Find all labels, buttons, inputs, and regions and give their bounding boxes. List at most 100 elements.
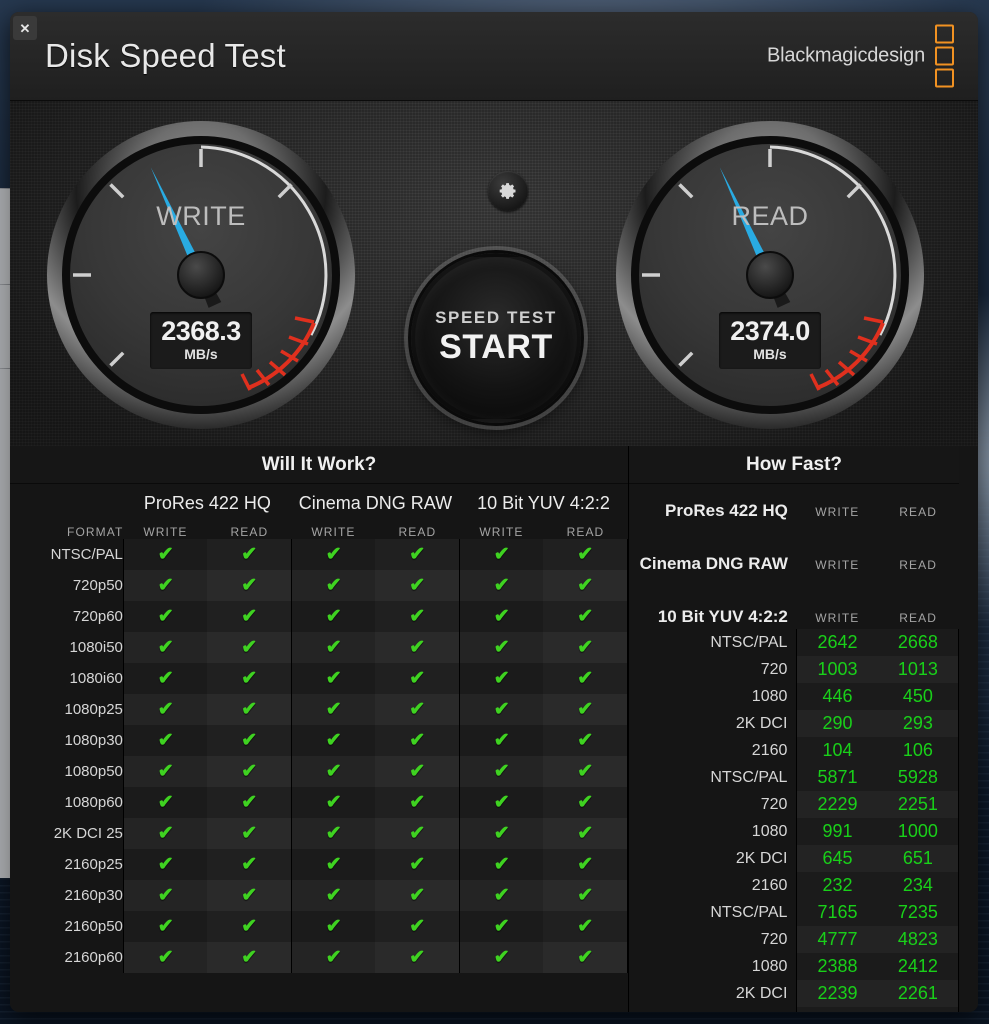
support-check-cell: ✔ [458, 942, 544, 973]
format-label: 2160p30 [64, 887, 123, 904]
format-label: 2K DCI 25 [53, 825, 123, 842]
read-column-header: READ [899, 611, 937, 625]
title-bar[interactable]: Disk Speed Test Blackmagicdesign [10, 12, 978, 101]
support-check-cell: ✔ [543, 601, 629, 632]
check-icon: ✔ [157, 667, 174, 689]
check-icon: ✔ [325, 915, 342, 937]
check-icon: ✔ [577, 543, 594, 565]
support-check-cell: ✔ [375, 570, 460, 601]
resolution-label: 720 [760, 930, 788, 948]
table-row: 720 2229 2251 [629, 791, 959, 818]
check-icon: ✔ [577, 698, 594, 720]
resolution-label: 1080 [751, 822, 788, 840]
check-icon: ✔ [157, 636, 174, 658]
yuv-write-header: WRITE [479, 525, 524, 539]
support-check-cell: ✔ [207, 663, 292, 694]
check-icon: ✔ [409, 698, 426, 720]
write-speed-value: 4777 [796, 926, 878, 953]
support-check-cell: ✔ [543, 849, 629, 880]
will-it-work-header: ProRes 422 HQ Cinema DNG RAW 10 Bit YUV … [10, 484, 628, 539]
write-speed-value: 446 [796, 683, 878, 710]
table-row: 2160p30 ✔ ✔ ✔ ✔ ✔ ✔ [10, 880, 629, 911]
check-icon: ✔ [325, 946, 342, 968]
write-speed-value: 232 [796, 872, 878, 899]
check-icon: ✔ [577, 791, 594, 813]
support-check-cell: ✔ [543, 632, 629, 663]
resolution-label: 1080 [751, 687, 788, 705]
support-check-cell: ✔ [290, 601, 376, 632]
check-icon: ✔ [409, 822, 426, 844]
dng-read-header: READ [398, 525, 437, 539]
read-value: 2374.0 [730, 316, 810, 346]
support-check-cell: ✔ [375, 849, 460, 880]
table-row: NTSC/PAL 5871 5928 [629, 764, 959, 791]
support-check-cell: ✔ [375, 911, 460, 942]
read-unit: MB/s [753, 346, 787, 363]
support-check-cell: ✔ [122, 539, 208, 570]
will-it-work-body: NTSC/PAL ✔ ✔ ✔ ✔ ✔ ✔ 720p50 ✔ ✔ ✔ ✔ ✔ ✔ 720p60 ✔ ✔ ✔ ✔ ✔ ✔ 10… [10, 539, 629, 973]
how-fast-table: ProRes 422 HQ WRITE READ Cinema DNG RAW WRIT… [629, 488, 959, 1012]
will-it-work-panel: Will It Work? ProRes 422 HQ Cinema DNG R… [10, 446, 629, 1012]
check-icon: ✔ [493, 946, 510, 968]
support-check-cell: ✔ [207, 756, 292, 787]
check-icon: ✔ [577, 636, 594, 658]
support-check-cell: ✔ [458, 539, 544, 570]
check-icon: ✔ [493, 698, 510, 720]
table-row: 1080 991 1000 [629, 818, 959, 845]
support-check-cell: ✔ [458, 849, 544, 880]
check-icon: ✔ [241, 636, 258, 658]
check-icon: ✔ [493, 853, 510, 875]
check-icon: ✔ [157, 729, 174, 751]
support-check-cell: ✔ [290, 756, 376, 787]
check-icon: ✔ [325, 698, 342, 720]
check-icon: ✔ [241, 574, 258, 596]
dng-write-header: WRITE [311, 525, 356, 539]
support-check-cell: ✔ [290, 849, 376, 880]
write-column-header: WRITE [815, 505, 860, 519]
format-label: 1080i50 [69, 639, 123, 656]
support-check-cell: ✔ [122, 663, 208, 694]
table-row: 2160597603 [629, 1007, 959, 1012]
read-speed-value: 1000 [877, 818, 959, 845]
support-check-cell: ✔ [122, 632, 208, 663]
support-check-cell: ✔ [290, 942, 376, 973]
group-header-row: ProRes 422 HQ Cinema DNG RAW 10 Bit YUV … [10, 484, 628, 514]
speed-test-start-button[interactable]: SPEED TEST START [411, 253, 581, 423]
check-icon: ✔ [409, 853, 426, 875]
check-icon: ✔ [241, 822, 258, 844]
check-icon: ✔ [325, 605, 342, 627]
check-icon: ✔ [325, 853, 342, 875]
check-icon: ✔ [493, 543, 510, 565]
check-icon: ✔ [157, 884, 174, 906]
check-icon: ✔ [409, 915, 426, 937]
read-speed-value: 1013 [877, 656, 959, 683]
support-check-cell: ✔ [543, 787, 629, 818]
read-speed-value: 2261 [877, 980, 959, 1007]
prores-write-header: WRITE [143, 525, 188, 539]
support-check-cell: ✔ [458, 725, 544, 756]
read-speed-value: 2412 [877, 953, 959, 980]
support-check-cell: ✔ [122, 880, 208, 911]
support-check-cell: ✔ [543, 818, 629, 849]
check-icon: ✔ [577, 729, 594, 751]
check-icon: ✔ [157, 760, 174, 782]
table-row: NTSC/PAL 7165 7235 [629, 899, 959, 926]
settings-button[interactable] [488, 171, 528, 211]
brand-name: Blackmagicdesign [767, 44, 925, 67]
check-icon: ✔ [577, 853, 594, 875]
prores-read-header: READ [230, 525, 269, 539]
disk-speed-test-window: ✕ Disk Speed Test Blackmagicdesign WRITE… [10, 12, 978, 1012]
resolution-label: 720 [760, 795, 788, 813]
close-button[interactable]: ✕ [13, 16, 37, 40]
blackmagic-mark-icon [935, 24, 954, 88]
table-row: 2160 104 106 [629, 737, 959, 764]
support-check-cell: ✔ [122, 787, 208, 818]
write-gauge-graphic [47, 121, 355, 429]
support-check-cell: ✔ [375, 942, 460, 973]
table-row: 2160p60 ✔ ✔ ✔ ✔ ✔ ✔ [10, 942, 629, 973]
support-check-cell: ✔ [543, 694, 629, 725]
write-speed-value: 597 [796, 1007, 878, 1012]
read-column-header: READ [899, 558, 937, 572]
support-check-cell: ✔ [122, 756, 208, 787]
how-fast-section-body: NTSC/PAL 5871 5928 720 2229 2251 1080 991 1000 2K… [629, 764, 959, 899]
